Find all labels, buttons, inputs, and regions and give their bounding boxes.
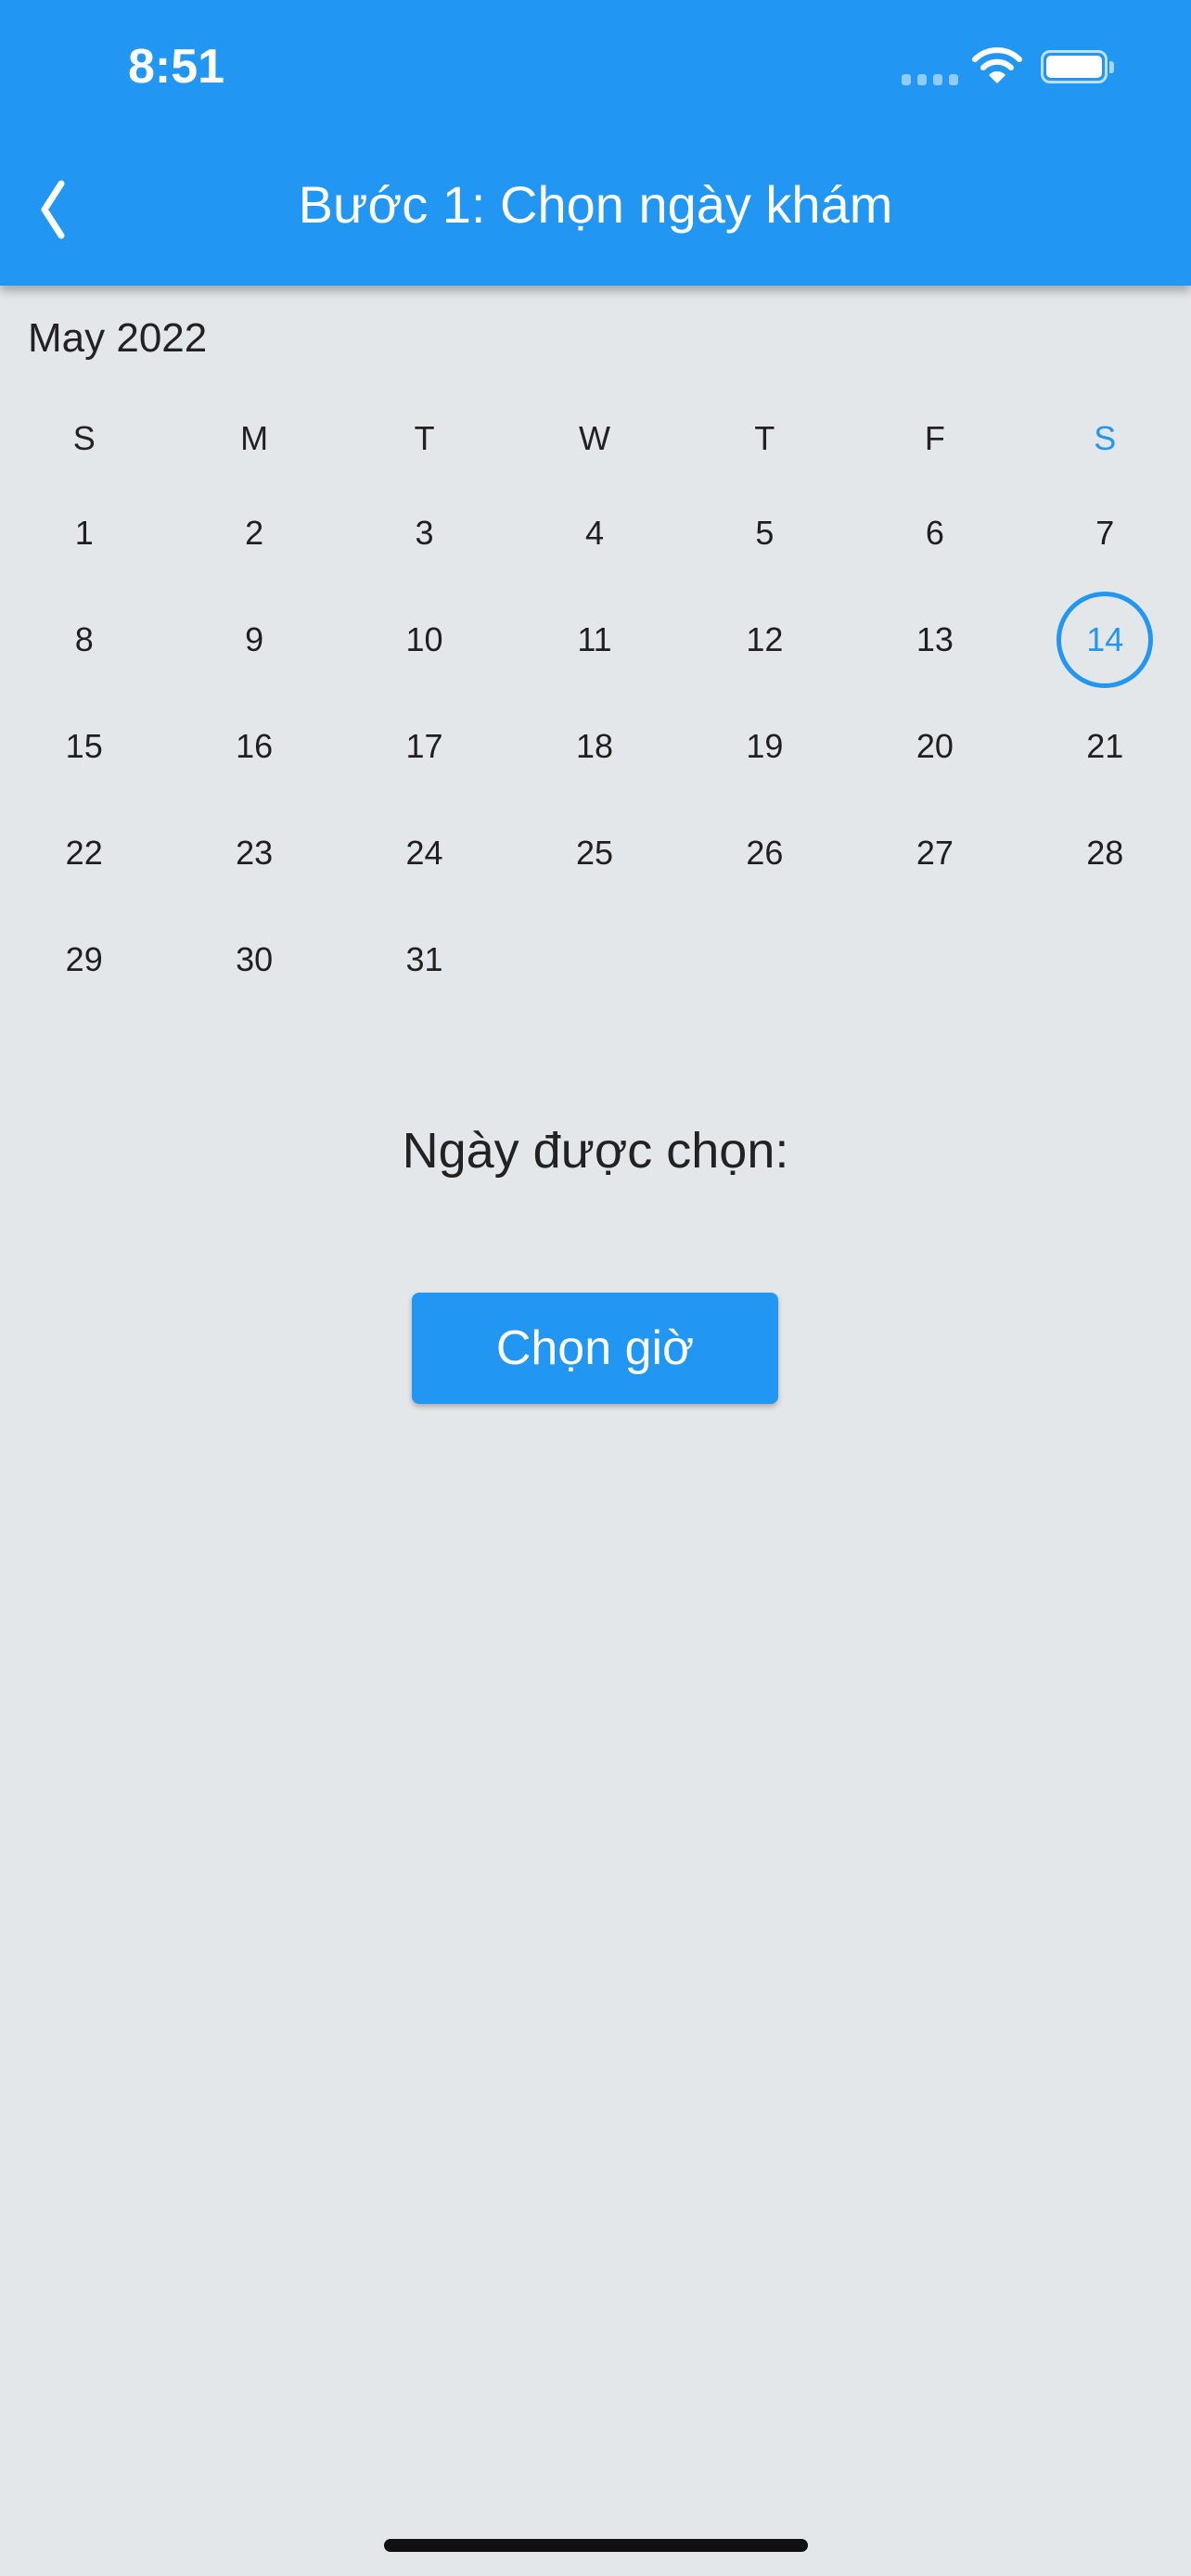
calendar-day[interactable]: 17 [339,728,509,765]
weekday-header: T [754,419,775,457]
signal-icon [902,74,958,85]
calendar-day[interactable]: 26 [680,835,850,872]
calendar-day[interactable]: 24 [339,835,509,872]
calendar-day[interactable]: 20 [850,728,1019,765]
calendar-day[interactable]: 19 [680,728,850,765]
calendar-day[interactable]: 29 [0,941,169,978]
wifi-icon [972,47,1022,83]
home-indicator [384,2539,808,2552]
calendar-day[interactable]: 16 [170,728,339,765]
battery-icon [1041,50,1108,83]
calendar-day[interactable]: 12 [680,621,850,658]
battery-tip [1109,61,1114,73]
calendar-day[interactable]: 1 [0,515,169,552]
weekday-header: W [579,419,610,457]
calendar-day[interactable]: 10 [339,621,509,658]
weekday-header: S [1094,419,1117,457]
weekday-header: M [240,419,269,457]
calendar-day[interactable]: 15 [0,728,169,765]
calendar-day[interactable]: 28 [1020,835,1190,872]
calendar-day[interactable]: 27 [850,835,1019,872]
calendar-day[interactable]: 3 [339,515,509,552]
calendar-day[interactable]: 13 [850,621,1019,658]
status-time: 8:51 [128,40,225,94]
weekday-header: F [924,419,945,457]
calendar-day[interactable]: 30 [170,941,339,978]
calendar-day[interactable]: 5 [680,515,850,552]
month-label: May 2022 [28,315,208,361]
calendar-day[interactable]: 22 [0,835,169,872]
weekday-header: T [414,419,435,457]
choose-time-button[interactable]: Chọn giờ [412,1293,778,1404]
calendar-day[interactable]: 11 [510,621,680,658]
weekday-header: S [72,419,96,457]
calendar-day[interactable]: 25 [510,835,680,872]
calendar-day[interactable]: 4 [510,515,680,552]
selected-date-label: Ngày được chọn: [402,1123,789,1179]
calendar-day[interactable]: 31 [339,941,509,978]
app-bar: 8:51 Bước 1: Chọn ngày khám [0,0,1191,286]
calendar-day[interactable]: 23 [170,835,339,872]
calendar-day[interactable]: 2 [170,515,339,552]
calendar-day[interactable]: 6 [850,515,1019,552]
calendar-day[interactable]: 9 [170,621,339,658]
calendar-day[interactable]: 18 [510,728,680,765]
calendar-day[interactable]: 21 [1020,728,1190,765]
page-title: Bước 1: Chọn ngày khám [298,175,893,234]
calendar-day[interactable]: 7 [1020,515,1190,552]
calendar-day-selected[interactable]: 14 [1057,592,1154,688]
calendar-day[interactable]: 8 [0,621,169,658]
